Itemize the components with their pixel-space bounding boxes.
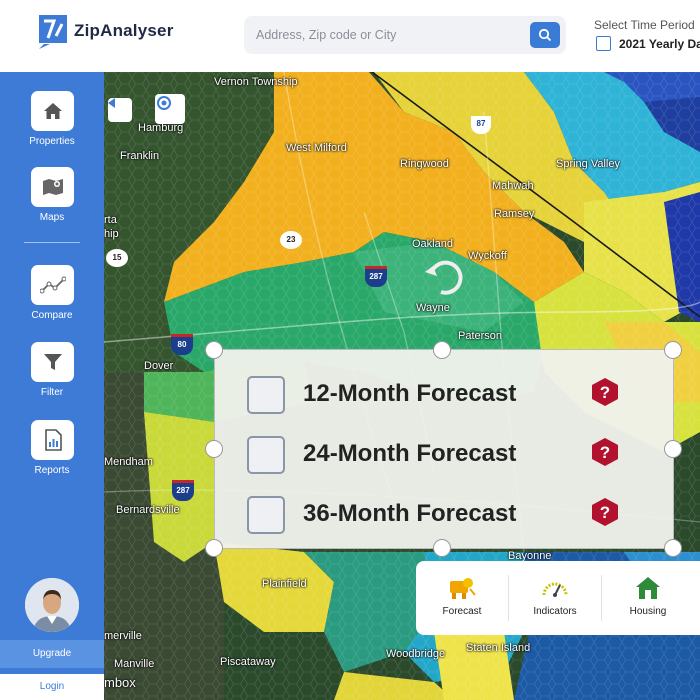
resize-handle[interactable] <box>433 341 451 359</box>
map-place-label: Oakland <box>412 238 453 250</box>
map-icon <box>31 167 74 207</box>
resize-handle[interactable] <box>205 539 223 557</box>
resize-handle[interactable] <box>205 341 223 359</box>
sidebar-item-compare[interactable]: Compare <box>0 265 104 335</box>
forecast-36-checkbox[interactable] <box>247 496 285 534</box>
map-place-label: Mendham <box>104 456 153 468</box>
search-input[interactable] <box>256 16 516 54</box>
map-place-label: Mahwah <box>492 180 534 192</box>
locate-button[interactable] <box>155 94 185 124</box>
tab-housing[interactable]: Housing <box>602 561 694 635</box>
top-header: ZipAnalyser Select Time Period 2021 Year… <box>0 0 700 72</box>
gauge-icon <box>542 582 568 597</box>
sidebar-item-label: Filter <box>40 387 64 398</box>
time-period-checkbox[interactable] <box>596 36 611 51</box>
map-place-label: mbox <box>104 675 136 690</box>
sidebar-item-reports[interactable]: Reports <box>0 420 104 490</box>
map-place-label: hip <box>104 228 119 240</box>
tab-forecast[interactable]: Forecast <box>416 561 508 635</box>
resize-handle[interactable] <box>433 539 451 557</box>
map-place-label: Ramsey <box>494 208 535 220</box>
map-place-label: merville <box>104 630 142 642</box>
svg-text:?: ? <box>600 443 610 462</box>
search-bar <box>244 16 566 54</box>
map-place-label: Ringwood <box>400 158 449 170</box>
collapse-sidebar-button[interactable] <box>108 98 132 122</box>
sidebar-item-label: Compare <box>31 310 73 321</box>
route-shield: 287 <box>365 266 387 287</box>
forecast-option-label: 12-Month Forecast <box>303 380 517 407</box>
tab-label: Indicators <box>533 606 577 617</box>
logo-icon <box>36 12 70 50</box>
forecast-option-12[interactable]: 12-Month Forecast ? <box>247 374 647 414</box>
map-place-label: Woodbridge <box>386 648 446 660</box>
upgrade-button[interactable]: Upgrade <box>0 640 104 668</box>
forecast-24-checkbox[interactable] <box>247 436 285 474</box>
forecast-option-label: 36-Month Forecast <box>303 500 517 527</box>
map-place-label: Paterson <box>458 330 503 342</box>
forecast-option-label: 24-Month Forecast <box>303 440 517 467</box>
app-logo[interactable]: ZipAnalyser <box>36 12 174 50</box>
tab-indicators[interactable]: Indicators <box>509 561 601 635</box>
help-icon[interactable]: ? <box>589 436 621 468</box>
sidebar-item-label: Maps <box>39 212 65 223</box>
route-shield: 87 <box>471 116 491 134</box>
sidebar-item-properties[interactable]: Properties <box>0 91 104 161</box>
house-icon <box>636 577 660 599</box>
forecast-option-36[interactable]: 36-Month Forecast ? <box>247 494 647 534</box>
resize-handle[interactable] <box>664 341 682 359</box>
resize-handle[interactable] <box>664 440 682 458</box>
forecast-option-24[interactable]: 24-Month Forecast ? <box>247 434 647 474</box>
login-button[interactable]: Login <box>0 674 104 700</box>
tab-label: Forecast <box>442 606 482 617</box>
map-place-label: Dover <box>144 360 174 372</box>
sidebar-item-filter[interactable]: Filter <box>0 342 104 412</box>
report-icon <box>31 420 74 460</box>
forecast-icon <box>450 578 476 599</box>
sidebar-item-maps[interactable]: Maps <box>0 167 104 237</box>
home-icon <box>31 91 74 131</box>
map-place-label: Piscataway <box>220 656 276 668</box>
map-place-label: Spring Valley <box>556 158 620 170</box>
resize-handle[interactable] <box>664 539 682 557</box>
caret-left-icon <box>108 98 115 108</box>
help-icon[interactable]: ? <box>589 496 621 528</box>
sidebar-item-label: Reports <box>34 465 70 476</box>
forecast-options-panel: 12-Month Forecast ? 24-Month Forecast ? … <box>214 349 674 549</box>
map-place-label: Plainfield <box>262 578 307 590</box>
forecast-12-checkbox[interactable] <box>247 376 285 414</box>
tab-label: Housing <box>629 606 667 617</box>
route-shield: 23 <box>280 231 302 249</box>
map-place-label: rta <box>104 214 117 226</box>
time-period-value[interactable]: 2021 Yearly Data <box>619 37 700 51</box>
sidebar-item-label: Properties <box>29 136 75 147</box>
map-place-label: Wyckoff <box>468 250 507 262</box>
svg-text:?: ? <box>600 383 610 402</box>
map-place-label: Bernardsville <box>116 504 180 516</box>
search-button[interactable] <box>530 22 560 48</box>
svg-text:?: ? <box>600 503 610 522</box>
route-shield: 80 <box>171 334 193 355</box>
sidebar-divider <box>24 242 80 243</box>
app-name: ZipAnalyser <box>74 21 174 40</box>
user-avatar[interactable] <box>25 578 79 632</box>
resize-handle[interactable] <box>205 440 223 458</box>
sidebar: Properties Maps Compare Filter Reports U… <box>0 72 104 700</box>
map-place-label: Manville <box>114 658 155 670</box>
route-shield: 287 <box>172 480 194 501</box>
map-place-label: Staten Island <box>466 642 531 654</box>
map-place-label: Vernon Township <box>214 76 298 88</box>
route-shield: 15 <box>106 249 128 267</box>
map-place-label: West Milford <box>286 142 347 154</box>
time-period-label: Select Time Period <box>594 18 695 32</box>
map-place-label: Wayne <box>416 302 450 314</box>
crosshair-icon <box>157 96 171 110</box>
analysis-tabs: Forecast Indicators Housing <box>416 561 700 635</box>
line-chart-icon <box>31 265 74 305</box>
filter-icon <box>31 342 74 382</box>
map-place-label: Franklin <box>120 150 160 162</box>
search-icon <box>538 28 552 42</box>
help-icon[interactable]: ? <box>589 376 621 408</box>
